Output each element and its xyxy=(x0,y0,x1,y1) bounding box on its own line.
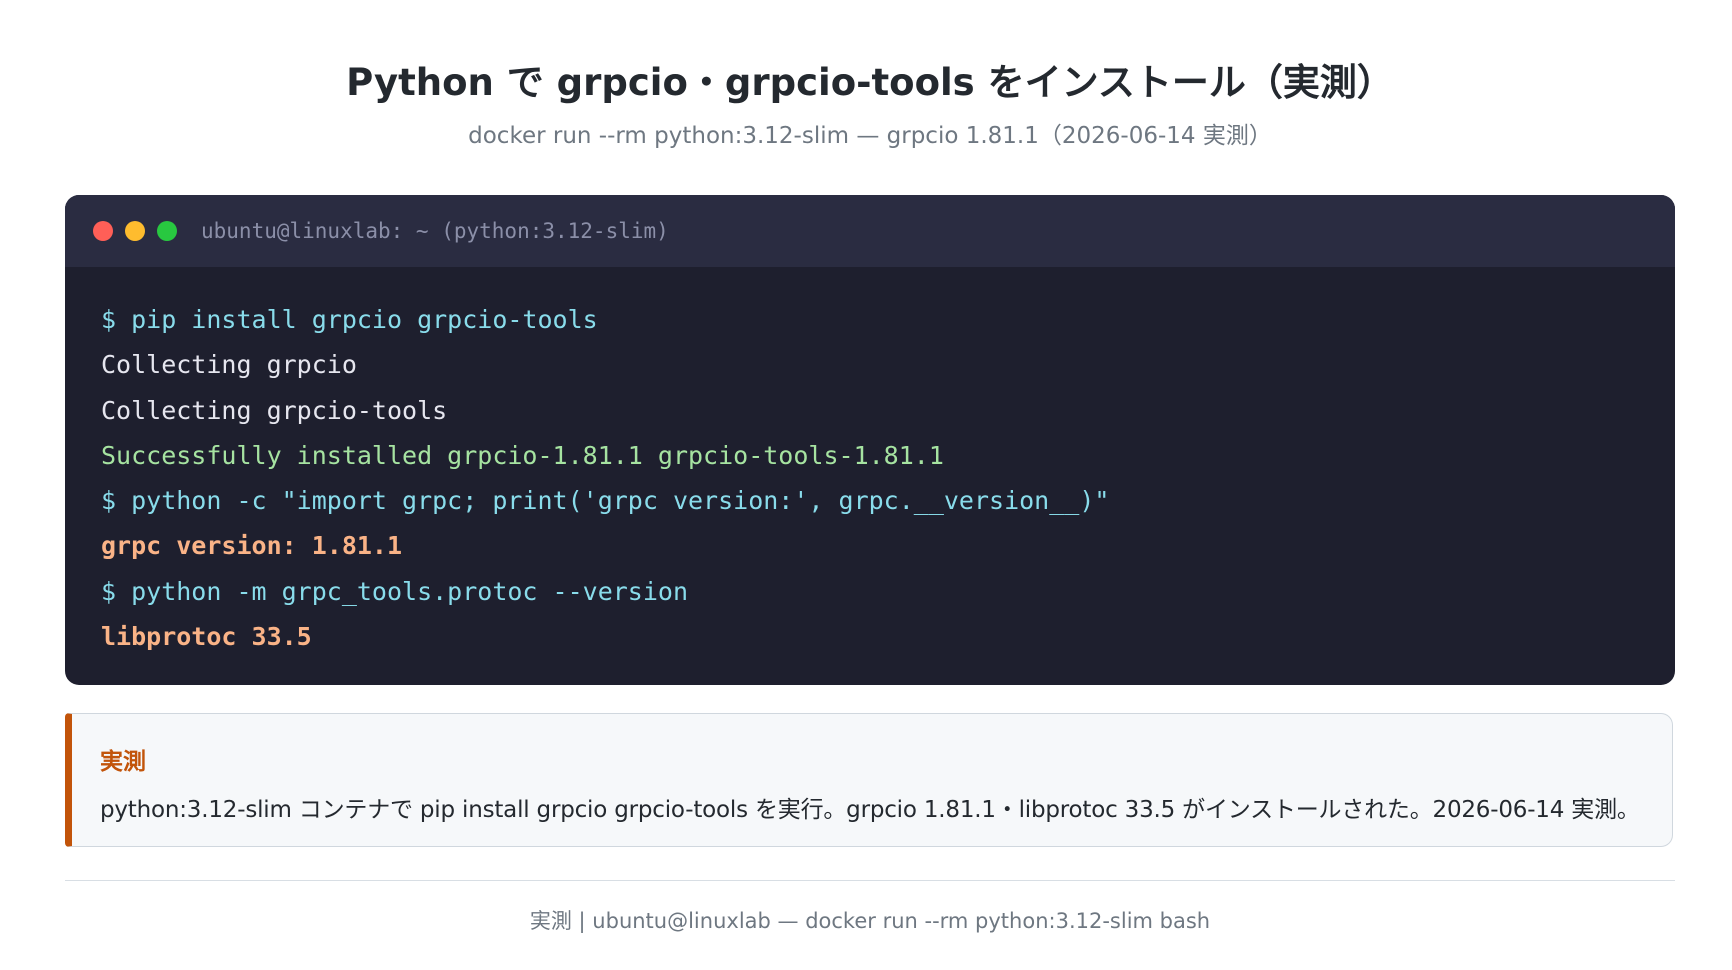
callout-label: 実測 xyxy=(100,749,146,775)
terminal-output[interactable]: $ pip install grpcio grpcio-tools Collec… xyxy=(65,267,1675,659)
page-subtitle: docker run --rm python:3.12-slim — grpci… xyxy=(468,123,1272,149)
page: Python で grpcio・grpcio-tools をインストール（実測）… xyxy=(65,0,1675,970)
terminal-line-command: $ pip install grpcio grpcio-tools xyxy=(101,305,598,334)
terminal-line-command: $ python -c "import grpc; print('grpc ve… xyxy=(101,486,1110,516)
note-callout: 実測 python:3.12-slim コンテナで pip install gr… xyxy=(65,713,1673,847)
close-dot-icon[interactable] xyxy=(93,221,113,241)
minimize-dot-icon[interactable] xyxy=(125,221,145,241)
terminal-line-output: Collecting grpcio-tools xyxy=(101,395,448,425)
footer-divider xyxy=(65,880,1675,881)
terminal-line-result: libprotoc 33.5 xyxy=(101,622,312,652)
terminal-titlebar[interactable]: ubuntu@linuxlab: ~ (python:3.12-slim) xyxy=(65,195,1675,267)
terminal-line-success: Successfully installed grpcio-1.81.1 grp… xyxy=(101,440,944,470)
terminal-line-command: $ python -m grpc_tools.protoc --version xyxy=(101,576,688,606)
page-title: Python で grpcio・grpcio-tools をインストール（実測） xyxy=(346,61,1394,104)
terminal-line-output: Collecting grpcio xyxy=(101,350,357,380)
terminal-line-result: grpc version: 1.81.1 xyxy=(101,531,403,561)
maximize-dot-icon[interactable] xyxy=(157,221,177,241)
terminal-title: ubuntu@linuxlab: ~ (python:3.12-slim) xyxy=(201,219,669,243)
callout-text: python:3.12-slim コンテナで pip install grpci… xyxy=(100,797,1640,823)
terminal-window[interactable]: ubuntu@linuxlab: ~ (python:3.12-slim) $ … xyxy=(65,195,1675,685)
page-footer: 実測 | ubuntu@linuxlab — docker run --rm p… xyxy=(529,909,1211,933)
